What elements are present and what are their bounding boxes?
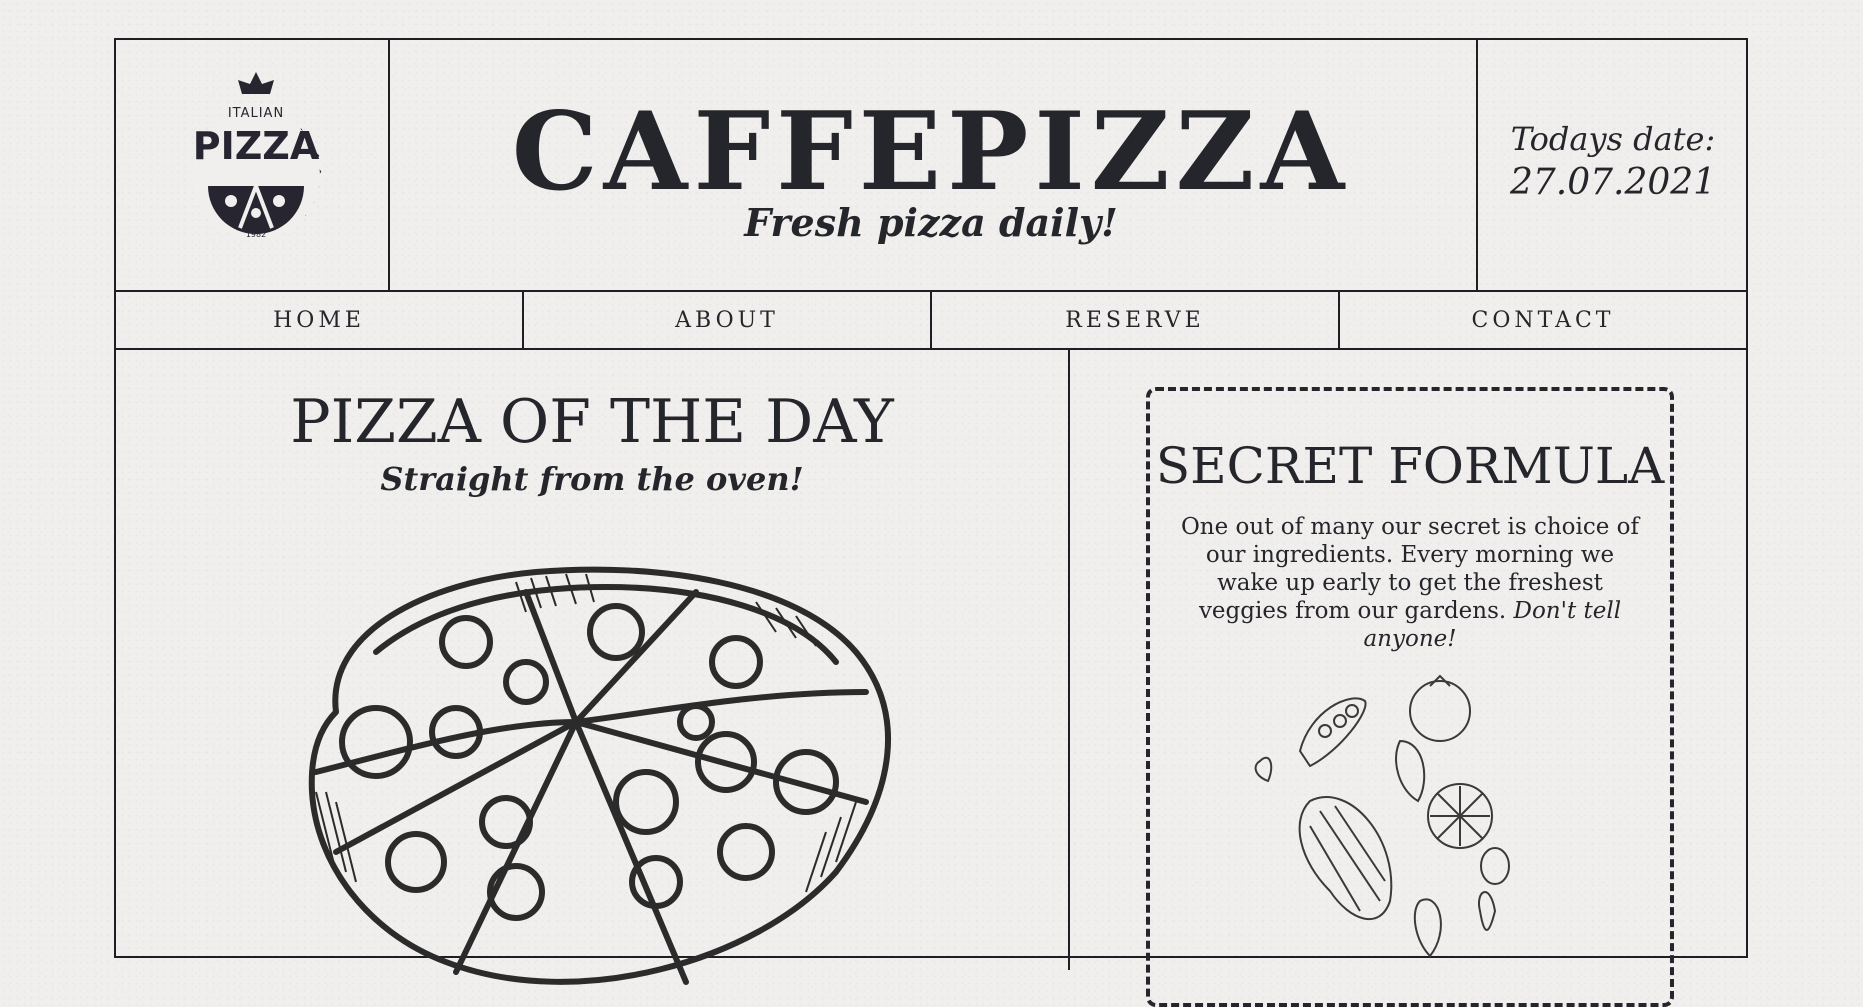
secret-formula-title: SECRET FORMULA [1155,437,1665,495]
nav-item-about[interactable]: ABOUT [524,292,932,348]
title-cell: CAFFEPIZZA Fresh pizza daily! [388,40,1474,290]
secret-formula-section: SECRET FORMULA One out of many our secre… [1070,350,1746,1007]
crown-icon [238,72,274,94]
main-nav: HOME ABOUT RESERVE CONTACT [116,292,1746,350]
pizza-of-day-section: PIZZA OF THE DAY Straight from the oven! [116,350,1070,985]
page-frame: ITALIAN PIZZA 1982 CAFFEPIZZA Fresh pizz… [114,38,1748,1007]
pizza-of-day-title: PIZZA OF THE DAY [290,387,894,457]
date-value: 27.07.2021 [1509,162,1717,203]
secret-formula-text: One out of many our secret is choice of … [1172,513,1648,653]
logo-year: 1982 [245,230,267,239]
nav-item-home[interactable]: HOME [116,292,524,348]
veggies-illustration [1254,674,1510,958]
site-tagline: Fresh pizza daily! [744,200,1118,245]
pizza-illustration [308,566,891,985]
header: ITALIAN PIZZA 1982 CAFFEPIZZA Fresh pizz… [116,40,1746,292]
nav-item-contact[interactable]: CONTACT [1340,292,1746,348]
nav-item-reserve[interactable]: RESERVE [932,292,1340,348]
pizza-of-day-subtitle: Straight from the oven! [380,460,804,498]
logo-cell: ITALIAN PIZZA 1982 [116,40,390,290]
logo-main-text: PIZZA [192,124,320,168]
site-title: CAFFEPIZZA [511,89,1351,215]
date-cell: Todays date: 27.07.2021 [1476,40,1748,290]
logo-top-text: ITALIAN [227,106,285,121]
secret-formula-card: SECRET FORMULA One out of many our secre… [1146,387,1674,1007]
date-label: Todays date: [1510,120,1716,158]
